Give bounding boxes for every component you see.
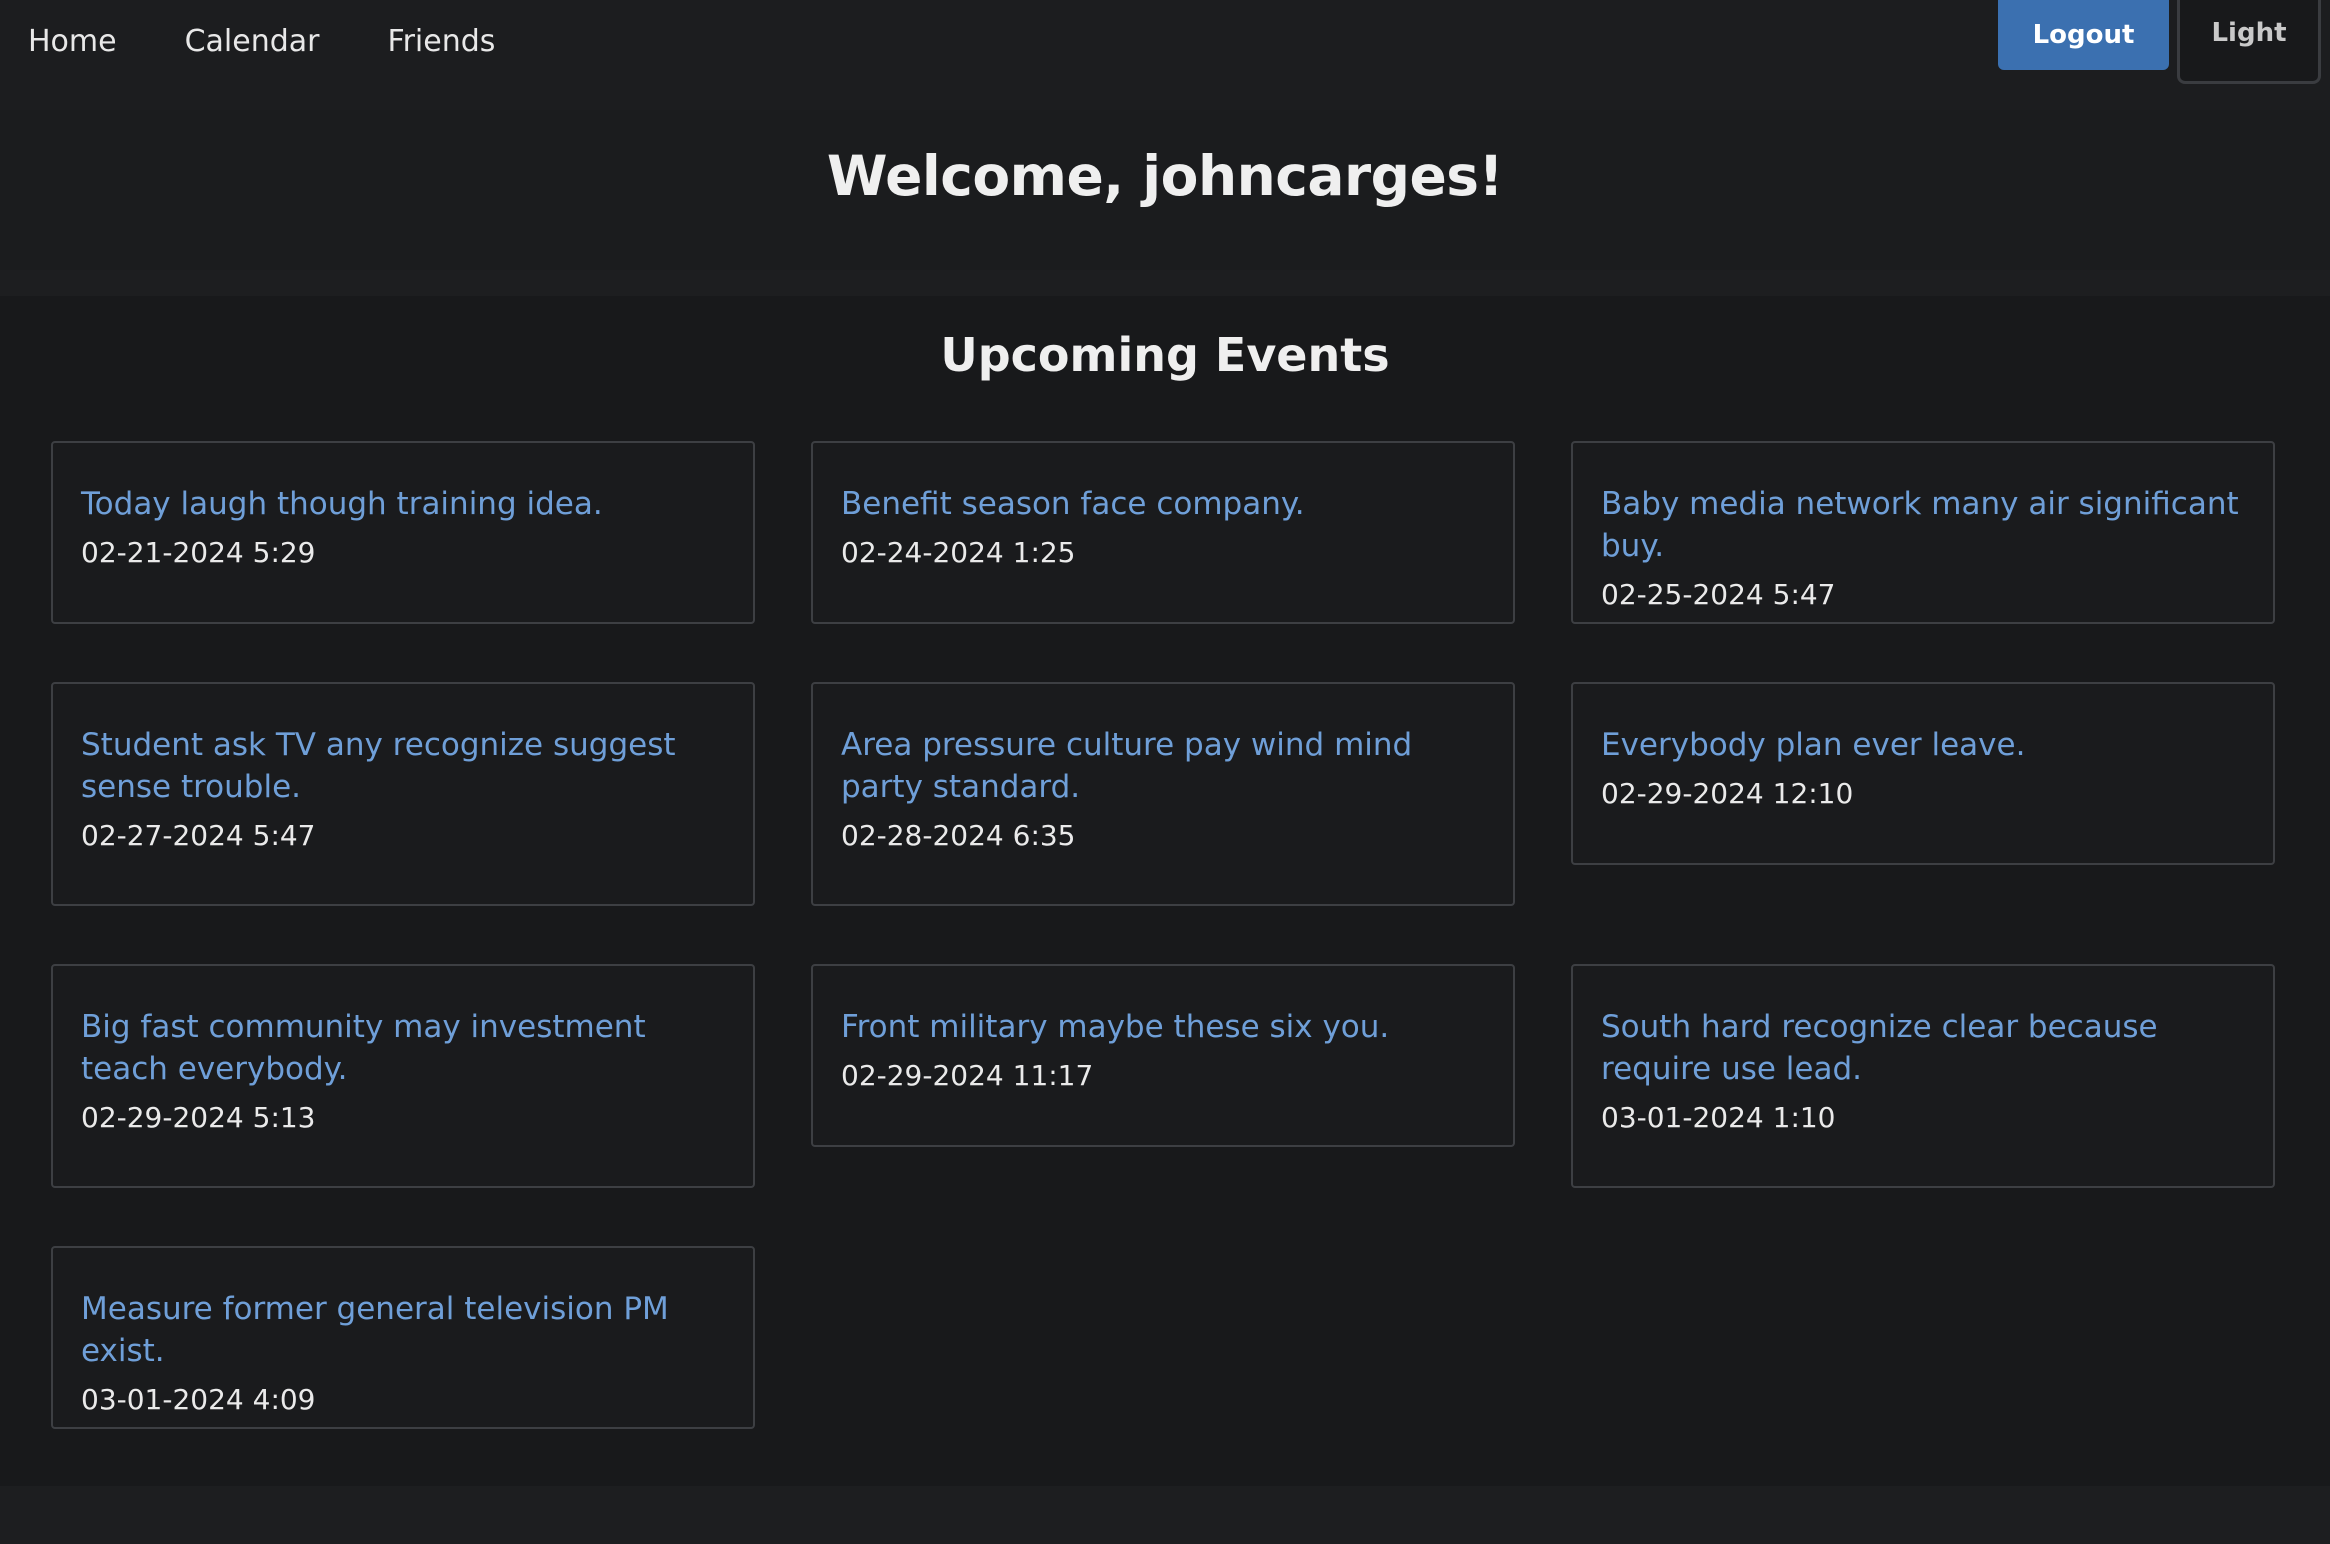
event-date: 02-29-2024 5:13 (81, 1101, 316, 1134)
event-title[interactable]: Everybody plan ever leave. (1601, 724, 2245, 766)
nav-link-friends[interactable]: Friends (388, 20, 496, 64)
event-card[interactable]: Big fast community may investment teach … (51, 964, 755, 1188)
event-card[interactable]: Today laugh though training idea. 02-21-… (51, 441, 755, 624)
events-heading: Upcoming Events (940, 328, 1390, 382)
event-title[interactable]: Benefit season face company. (841, 483, 1485, 525)
welcome-banner: Welcome, johncarges! (0, 110, 2330, 296)
theme-toggle-button[interactable]: Light (2177, 0, 2321, 84)
event-date: 03-01-2024 1:10 (1601, 1101, 1836, 1134)
event-card[interactable]: South hard recognize clear because requi… (1571, 964, 2275, 1188)
event-date: 02-28-2024 6:35 (841, 819, 1076, 852)
event-title[interactable]: Baby media network many air significant … (1601, 483, 2245, 567)
event-card[interactable]: Student ask TV any recognize suggest sen… (51, 682, 755, 906)
event-date: 02-29-2024 12:10 (1601, 777, 1854, 810)
event-date: 02-24-2024 1:25 (841, 536, 1076, 569)
event-title[interactable]: Area pressure culture pay wind mind part… (841, 724, 1485, 808)
event-card[interactable]: Benefit season face company. 02-24-2024 … (811, 441, 1515, 624)
event-card[interactable]: Baby media network many air significant … (1571, 441, 2275, 624)
nav-links: Home Calendar Friends (28, 20, 563, 64)
footer-band (0, 1486, 2330, 1544)
event-title[interactable]: Measure former general television PM exi… (81, 1288, 725, 1372)
event-date: 02-27-2024 5:47 (81, 819, 316, 852)
event-date: 02-25-2024 5:47 (1601, 578, 1836, 611)
page: Home Calendar Friends Logout Light Welco… (0, 0, 2330, 1544)
event-date: 02-29-2024 11:17 (841, 1059, 1094, 1092)
event-card[interactable]: Front military maybe these six you. 02-2… (811, 964, 1515, 1147)
welcome-title: Welcome, johncarges! (826, 144, 1504, 208)
top-navbar: Home Calendar Friends Logout Light (0, 0, 2330, 110)
event-card[interactable]: Area pressure culture pay wind mind part… (811, 682, 1515, 906)
event-date: 02-21-2024 5:29 (81, 536, 316, 569)
event-card[interactable]: Measure former general television PM exi… (51, 1246, 755, 1429)
nav-link-calendar[interactable]: Calendar (185, 20, 320, 64)
event-title[interactable]: Big fast community may investment teach … (81, 1006, 725, 1090)
event-title[interactable]: Today laugh though training idea. (81, 483, 725, 525)
logout-button[interactable]: Logout (1998, 0, 2169, 70)
upcoming-events-section: Upcoming Events Today laugh though train… (0, 296, 2330, 1486)
event-title[interactable]: South hard recognize clear because requi… (1601, 1006, 2245, 1090)
nav-link-home[interactable]: Home (28, 20, 117, 64)
event-date: 03-01-2024 4:09 (81, 1383, 316, 1416)
event-card[interactable]: Everybody plan ever leave. 02-29-2024 12… (1571, 682, 2275, 865)
event-title[interactable]: Student ask TV any recognize suggest sen… (81, 724, 725, 808)
section-divider (0, 270, 2330, 296)
event-title[interactable]: Front military maybe these six you. (841, 1006, 1485, 1048)
